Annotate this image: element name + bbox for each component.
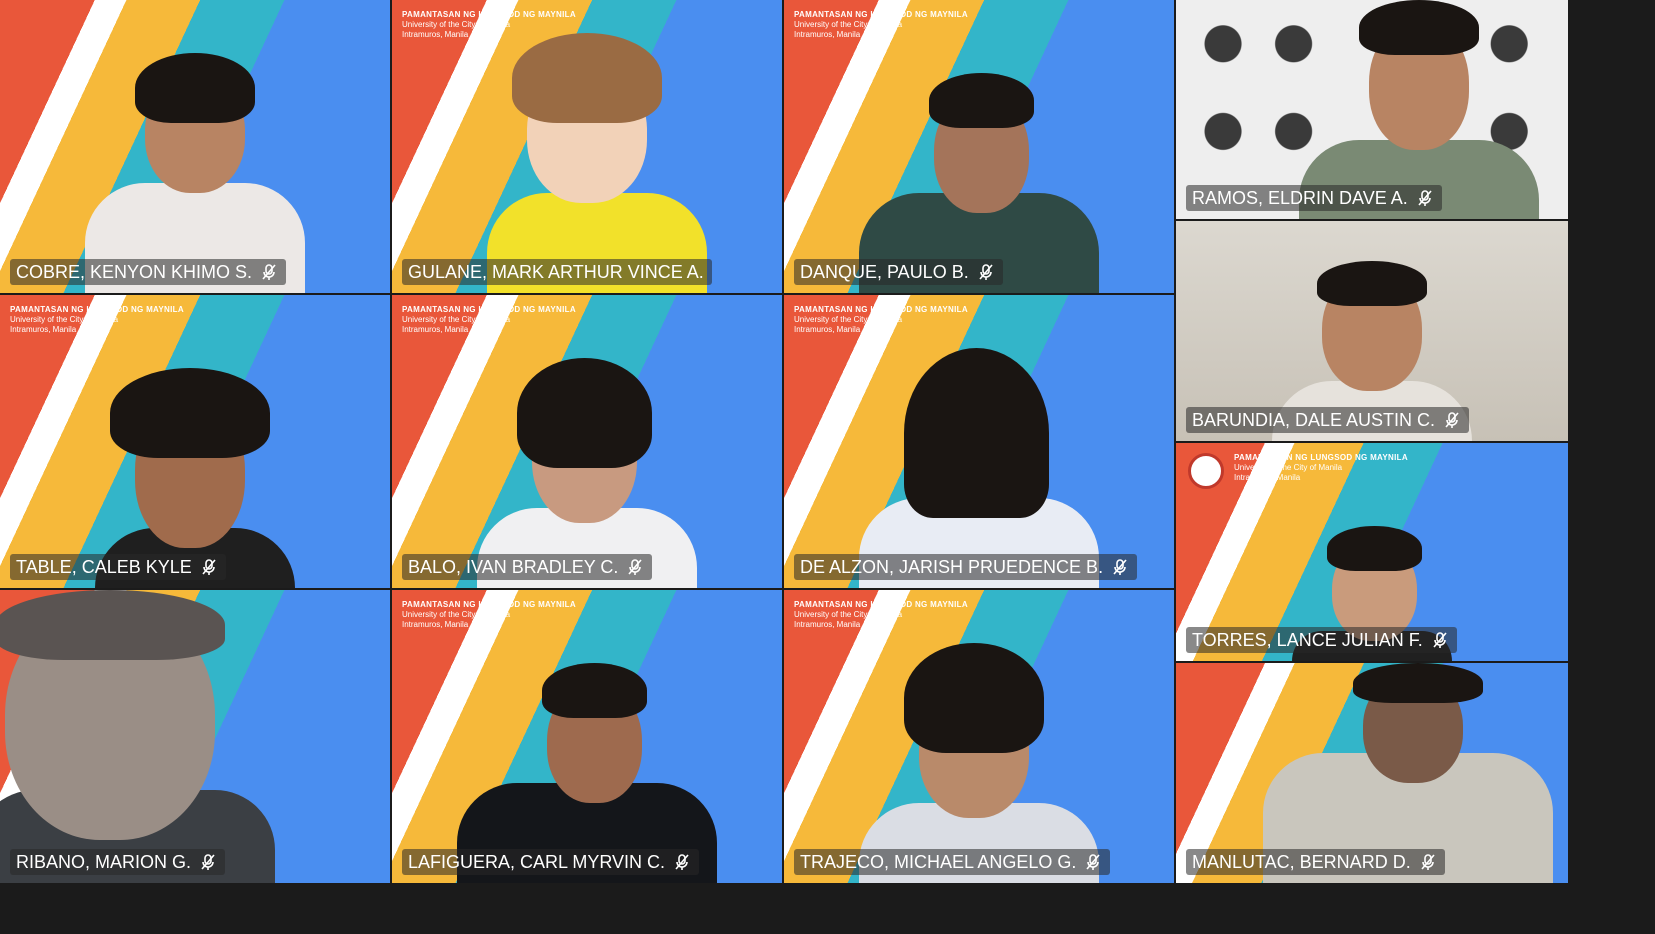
participant-name: DE ALZON, JARISH PRUEDENCE B. xyxy=(800,557,1104,577)
participant-video xyxy=(0,590,275,883)
mic-muted-icon xyxy=(260,263,278,281)
mic-muted-icon xyxy=(1416,189,1434,207)
participant-name: RAMOS, ELDRIN DAVE A. xyxy=(1192,188,1408,208)
video-tile[interactable]: PAMANTASAN NG LUNGSOD NG MAYNILA Universi… xyxy=(0,295,390,588)
university-watermark: PAMANTASAN NG LUNGSOD NG MAYNILA Universi… xyxy=(10,305,184,334)
mic-muted-icon xyxy=(1443,411,1461,429)
university-watermark: PAMANTASAN NG LUNGSOD NG MAYNILA Universi… xyxy=(794,10,968,39)
participant-name-label: GULANE, MARK ARTHUR VINCE A. xyxy=(402,259,712,285)
participant-name-label: RIBANO, MARION G. xyxy=(10,849,226,875)
mic-muted-icon xyxy=(1111,558,1129,576)
participant-name: LAFIGUERA, CARL MYRVIN C. xyxy=(408,852,666,872)
video-tile[interactable]: PAMANTASAN NG LUNGSOD NG MAYNILA Universi… xyxy=(784,590,1174,883)
participant-name-label: BALO, IVAN BRADLEY C. xyxy=(402,554,653,580)
participant-name: DANQUE, PAULO B. xyxy=(800,262,969,282)
participant-name-label: TRAJECO, MICHAEL ANGELO G. xyxy=(794,849,1111,875)
university-seal-icon xyxy=(1188,453,1224,489)
video-tile[interactable]: RAMOS, ELDRIN DAVE A. xyxy=(1176,0,1568,219)
participant-name-label: MANLUTAC, BERNARD D. xyxy=(1186,849,1445,875)
university-watermark: PAMANTASAN NG LUNGSOD NG MAYNILA Universi… xyxy=(794,305,968,334)
video-tile[interactable]: PAMANTASAN NG LUNGSOD NG MAYNILA Universi… xyxy=(392,0,782,293)
participant-video xyxy=(829,53,1129,293)
participant-name: TRAJECO, MICHAEL ANGELO G. xyxy=(800,852,1077,872)
mic-muted-icon xyxy=(200,558,218,576)
video-tile[interactable]: PAMANTASAN NG LUNGSOD NG MAYNILA Universi… xyxy=(784,0,1174,293)
video-tile[interactable]: PAMANTASAN NG LUNGSOD NG MAYNILA Universi… xyxy=(392,295,782,588)
mic-muted-icon xyxy=(1419,853,1437,871)
mic-muted-icon xyxy=(1431,631,1449,649)
participant-name: GULANE, MARK ARTHUR VINCE A. xyxy=(408,262,704,282)
participant-name-label: TABLE, CALEB KYLE xyxy=(10,554,226,580)
video-tile[interactable]: PAMANTASAN NG LUNGSOD NG MAYNILA Universi… xyxy=(1176,443,1568,661)
mic-muted-icon xyxy=(1084,853,1102,871)
participant-name-label: DANQUE, PAULO B. xyxy=(794,259,1003,285)
video-tile[interactable]: BARUNDIA, DALE AUSTIN C. xyxy=(1176,221,1568,441)
university-watermark: PAMANTASAN NG LUNGSOD NG MAYNILA Universi… xyxy=(794,600,968,629)
video-tile[interactable]: PAMANTASAN NG LUNGSOD NG MAYNILA Universi… xyxy=(392,590,782,883)
participant-name-label: DE ALZON, JARISH PRUEDENCE B. xyxy=(794,554,1138,580)
university-watermark: PAMANTASAN NG LUNGSOD NG MAYNILA Universi… xyxy=(402,600,576,629)
participant-name: BALO, IVAN BRADLEY C. xyxy=(408,557,619,577)
video-tile[interactable]: PAMANTASAN NG LUNGSOD NG MAYNILA Universi… xyxy=(784,295,1174,588)
participant-name: MANLUTAC, BERNARD D. xyxy=(1192,852,1411,872)
participant-name: TORRES, LANCE JULIAN F. xyxy=(1192,630,1423,650)
university-watermark: PAMANTASAN NG LUNGSOD NG MAYNILA Universi… xyxy=(1234,453,1408,482)
participant-video xyxy=(437,643,737,883)
participant-name-label: RAMOS, ELDRIN DAVE A. xyxy=(1186,185,1442,211)
participant-name-label: TORRES, LANCE JULIAN F. xyxy=(1186,627,1457,653)
mic-muted-icon xyxy=(626,558,644,576)
video-tile[interactable]: RIBANO, MARION G. xyxy=(0,590,390,883)
mic-muted-icon xyxy=(199,853,217,871)
video-tile[interactable]: MANLUTAC, BERNARD D. xyxy=(1176,663,1568,883)
participant-video xyxy=(839,633,1119,883)
university-watermark: PAMANTASAN NG LUNGSOD NG MAYNILA Universi… xyxy=(402,305,576,334)
participant-name: BARUNDIA, DALE AUSTIN C. xyxy=(1192,410,1436,430)
video-tile[interactable]: COBRE, KENYON KHIMO S. xyxy=(0,0,390,293)
participant-name: TABLE, CALEB KYLE xyxy=(16,557,192,577)
participant-video xyxy=(65,33,325,293)
participant-video xyxy=(75,348,315,588)
participant-name-label: BARUNDIA, DALE AUSTIN C. xyxy=(1186,407,1470,433)
participant-avatar xyxy=(457,13,717,293)
participant-name: COBRE, KENYON KHIMO S. xyxy=(16,262,253,282)
participant-name-label: LAFIGUERA, CARL MYRVIN C. xyxy=(402,849,700,875)
participant-name-label: COBRE, KENYON KHIMO S. xyxy=(10,259,287,285)
mic-muted-icon xyxy=(673,853,691,871)
participant-video xyxy=(457,348,717,588)
mic-muted-icon xyxy=(977,263,995,281)
participant-name: RIBANO, MARION G. xyxy=(16,852,192,872)
participant-video xyxy=(839,338,1119,588)
